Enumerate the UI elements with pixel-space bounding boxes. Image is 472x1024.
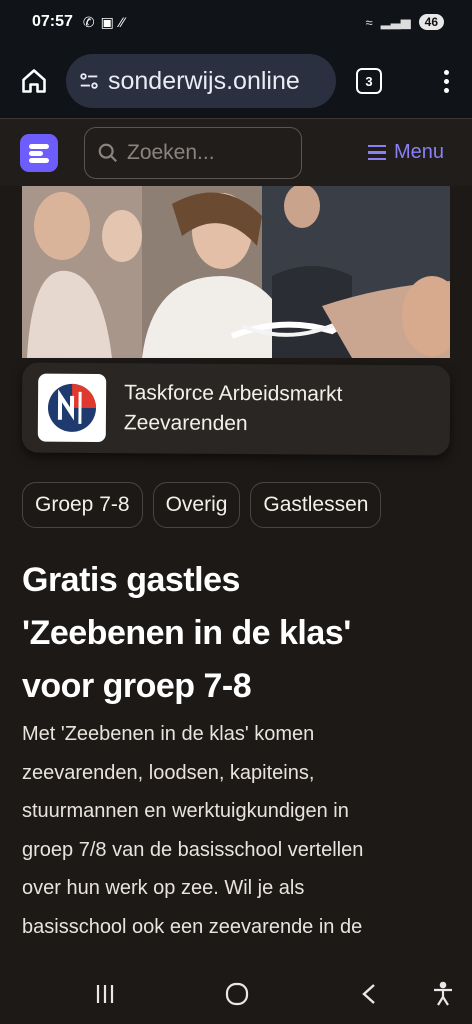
organisation-name-line1: Taskforce Arbeidsmarkt	[124, 381, 343, 406]
search-input[interactable]: Zoeken...	[84, 126, 302, 179]
recent-apps-button[interactable]	[90, 980, 120, 1008]
home-button[interactable]	[14, 61, 54, 101]
accessibility-icon	[434, 981, 452, 1006]
site-settings-icon	[80, 73, 98, 89]
home-nav-button[interactable]	[222, 980, 252, 1008]
article-title-line3: voor groep 7-8	[22, 667, 252, 705]
wifi-icon: ≈	[365, 14, 373, 30]
tag-gastlessen[interactable]: Gastlessen	[250, 482, 382, 528]
battery-indicator: 46	[418, 14, 444, 30]
url-text: ⁠sonderwijs.online	[108, 66, 300, 95]
tag-overig[interactable]: Overig	[152, 482, 241, 528]
tag-list: Groep 7-8 Overig Gastlessen	[22, 482, 382, 528]
status-time: 07:57	[32, 13, 73, 30]
article-title-line1: Gratis gastles	[22, 561, 240, 599]
whatsapp-icon: ✆	[82, 13, 95, 30]
more-options-icon[interactable]	[434, 61, 458, 101]
menu-button[interactable]: Menu	[367, 141, 452, 164]
cell-signal-icon: ▂▃▅	[380, 14, 411, 29]
hamburger-icon	[367, 144, 386, 161]
body-line: Met 'Zeebenen in de klas' komen	[22, 723, 315, 745]
recent-apps-icon	[96, 985, 114, 1003]
screenshot-icon: ▣	[100, 13, 114, 30]
organisation-name: Taskforce Arbeidsmarkt Zeevarenden	[124, 378, 343, 440]
article-title: Gratis gastles 'Zeebenen in de klas' voo…	[22, 554, 452, 713]
search-placeholder: Zoeken...	[127, 140, 215, 164]
browser-toolbar: ⁠sonderwijs.online 3	[0, 44, 472, 118]
search-icon	[98, 143, 118, 162]
article-body: Met 'Zeebenen in de klas' komen zeevaren…	[22, 715, 452, 946]
signal-slash-icon: ⁄⁄	[119, 13, 125, 30]
tab-switcher-button[interactable]: 3	[356, 68, 382, 94]
home-icon	[22, 69, 46, 93]
back-button[interactable]	[355, 980, 385, 1008]
site-logo[interactable]	[20, 133, 58, 172]
system-icons: ≈ ▂▃▅ 46	[365, 14, 444, 30]
organisation-logo	[37, 373, 107, 443]
organisation-name-line2: Zeevarenden	[123, 411, 248, 436]
body-line: basisschool ook een zeevarende in de	[22, 915, 363, 938]
taskforce-logo-icon	[48, 383, 97, 432]
body-line: zeevarenden, loodsen, kapiteins,	[22, 761, 315, 784]
article-title-line2: 'Zeebenen in de klas'	[22, 614, 351, 652]
body-line: stuurmannen en werktuigkundigen in	[22, 800, 349, 822]
address-bar[interactable]: ⁠sonderwijs.online	[66, 54, 336, 108]
system-navigation-bar	[0, 962, 472, 1024]
menu-label: Menu	[393, 141, 444, 163]
home-circle-icon	[225, 982, 249, 1006]
organisation-card[interactable]: Taskforce Arbeidsmarkt Zeevarenden	[21, 362, 451, 456]
notification-icons: ✆ ▣ ⁄⁄	[83, 14, 125, 31]
body-line: groep 7/8 van de basisschool vertellen	[22, 838, 364, 861]
accessibility-button[interactable]	[428, 980, 458, 1008]
site-header: Zoeken... Menu	[0, 118, 472, 186]
tag-groep-7-8[interactable]: Groep 7-8	[22, 482, 143, 528]
status-bar: 07:57 ✆ ▣ ⁄⁄ ≈ ▂▃▅ 46	[0, 0, 472, 44]
back-chevron-icon	[362, 984, 375, 1004]
body-line: over hun werk op zee. Wil je als	[22, 877, 305, 899]
hero-photo	[22, 186, 450, 358]
